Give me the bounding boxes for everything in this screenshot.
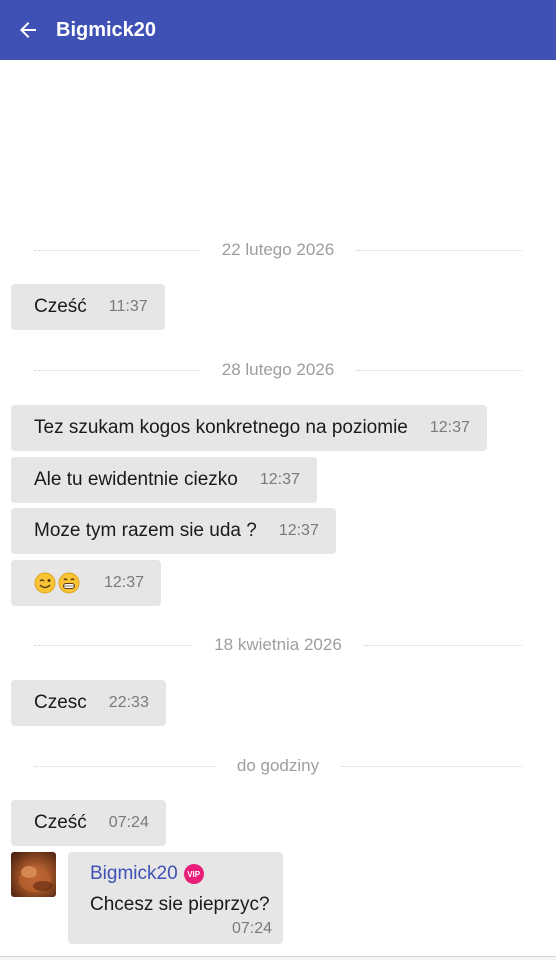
arrow-left-icon — [20, 22, 36, 38]
message-bubble[interactable]: Moze tym razem sie uda ? 12:37 — [11, 508, 336, 554]
date-separator: do godziny — [34, 754, 523, 778]
message-time: 22:33 — [108, 694, 149, 711]
sender-name[interactable]: Bigmick20 — [90, 863, 178, 885]
message-time: 11:37 — [108, 298, 148, 315]
app-bar: Bigmick20 — [0, 0, 556, 60]
date-label: 28 lutego 2026 — [221, 360, 335, 379]
message-text — [34, 572, 82, 594]
page-title: Bigmick20 — [56, 18, 157, 41]
message-bubble[interactable]: Ale tu ewidentnie ciezko 12:37 — [11, 457, 317, 503]
message-time: 07:24 — [108, 814, 149, 831]
message-text: Cześć — [34, 812, 87, 833]
message-time: 07:24 — [231, 920, 272, 937]
incoming-message-bubble[interactable]: Bigmick20 VIP Chcesz sie pieprzyc? 07:24 — [68, 852, 283, 944]
date-label: 18 kwietnia 2026 — [214, 635, 342, 654]
message-text: Czesc — [34, 692, 87, 713]
sender-row: Bigmick20 VIP — [90, 863, 204, 885]
message-text: Chcesz sie pieprzyc? — [90, 894, 270, 915]
bottom-divider — [0, 956, 556, 960]
message-bubble[interactable]: 12:37 — [11, 560, 162, 606]
message-bubble[interactable]: Czesc 22:33 — [11, 680, 166, 726]
message-time: 12:37 — [259, 471, 300, 488]
profile-photo — [19, 866, 53, 892]
date-label: 22 lutego 2026 — [221, 240, 335, 259]
message-bubble[interactable]: Tez szukam kogos konkretnego na poziomie… — [11, 405, 487, 451]
message-time: 12:37 — [104, 574, 145, 591]
message-bubble[interactable]: Cześć 07:24 — [11, 800, 166, 846]
message-bubble[interactable]: Cześć 11:37 — [11, 284, 165, 330]
date-label: do godziny — [236, 756, 320, 775]
message-text: Moze tym razem sie uda ? — [34, 520, 257, 541]
message-text: Tez szukam kogos konkretnego na poziomie — [34, 417, 408, 438]
date-separator: 18 kwietnia 2026 — [34, 633, 522, 657]
date-separator: 28 lutego 2026 — [34, 358, 522, 382]
message-time: 12:37 — [429, 419, 470, 436]
vip-badge: VIP — [183, 864, 204, 884]
message-time: 12:37 — [278, 522, 319, 539]
message-text: Ale tu ewidentnie ciezko — [34, 469, 238, 490]
chat-thread[interactable]: 22 lutego 2026 Cześć 11:37 28 lutego 202… — [0, 60, 556, 958]
back-button[interactable] — [0, 0, 56, 60]
avatar[interactable] — [11, 852, 56, 897]
date-separator: 22 lutego 2026 — [34, 238, 522, 262]
message-text: Cześć — [34, 296, 87, 317]
winking-face-emoji — [34, 572, 56, 594]
grinning-face-emoji — [58, 572, 80, 594]
